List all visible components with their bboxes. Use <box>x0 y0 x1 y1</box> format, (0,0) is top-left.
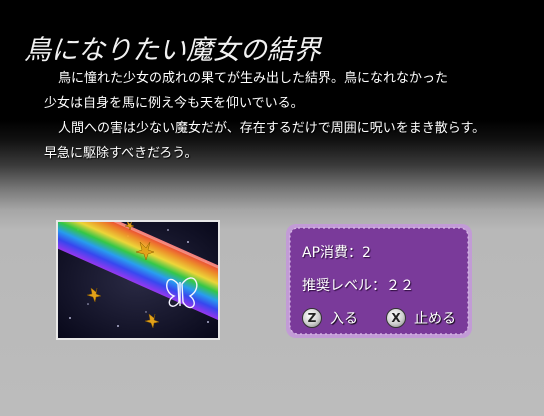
recommended-level-label: 推奨レベル： <box>302 278 386 294</box>
ap-cost-label: AP消費： <box>302 245 363 261</box>
enter-button[interactable]: Z 入る <box>302 308 358 328</box>
barrier-preview-image <box>56 220 220 340</box>
stop-button-label: 止める <box>414 311 456 327</box>
barrier-title: 鳥になりたい魔女の結界 <box>24 35 321 66</box>
z-key-icon: Z <box>302 308 322 328</box>
recommended-level-value: ２２ <box>386 278 414 294</box>
stop-button[interactable]: X 止める <box>386 308 456 328</box>
recommended-level-row: 推奨レベル：２２ <box>302 275 414 295</box>
description-line-2: 少女は自身を馬に例え今も天を仰いでいる。 <box>44 96 304 111</box>
ap-cost-row: AP消費：2 <box>302 242 371 262</box>
rainbow-butterfly-scene <box>58 222 218 338</box>
barrier-description: 鳥に憧れた少女の成れの果てが生み出した結界。鳥になれなかった 少女は自身を馬に例… <box>44 66 534 166</box>
enter-button-label: 入る <box>330 311 358 327</box>
ap-cost-value: 2 <box>362 245 371 261</box>
description-line-3: 人間への害は少ない魔女だが、存在するだけで周囲に呪いをまき散らす。 <box>58 121 486 136</box>
description-line-4: 早急に駆除すべきだろう。 <box>44 146 198 161</box>
dungeon-info-panel: AP消費：2 推奨レベル：２２ Z 入る X 止める <box>286 224 472 338</box>
x-key-icon: X <box>386 308 406 328</box>
description-line-1: 鳥に憧れた少女の成れの果てが生み出した結界。鳥になれなかった <box>58 71 449 86</box>
